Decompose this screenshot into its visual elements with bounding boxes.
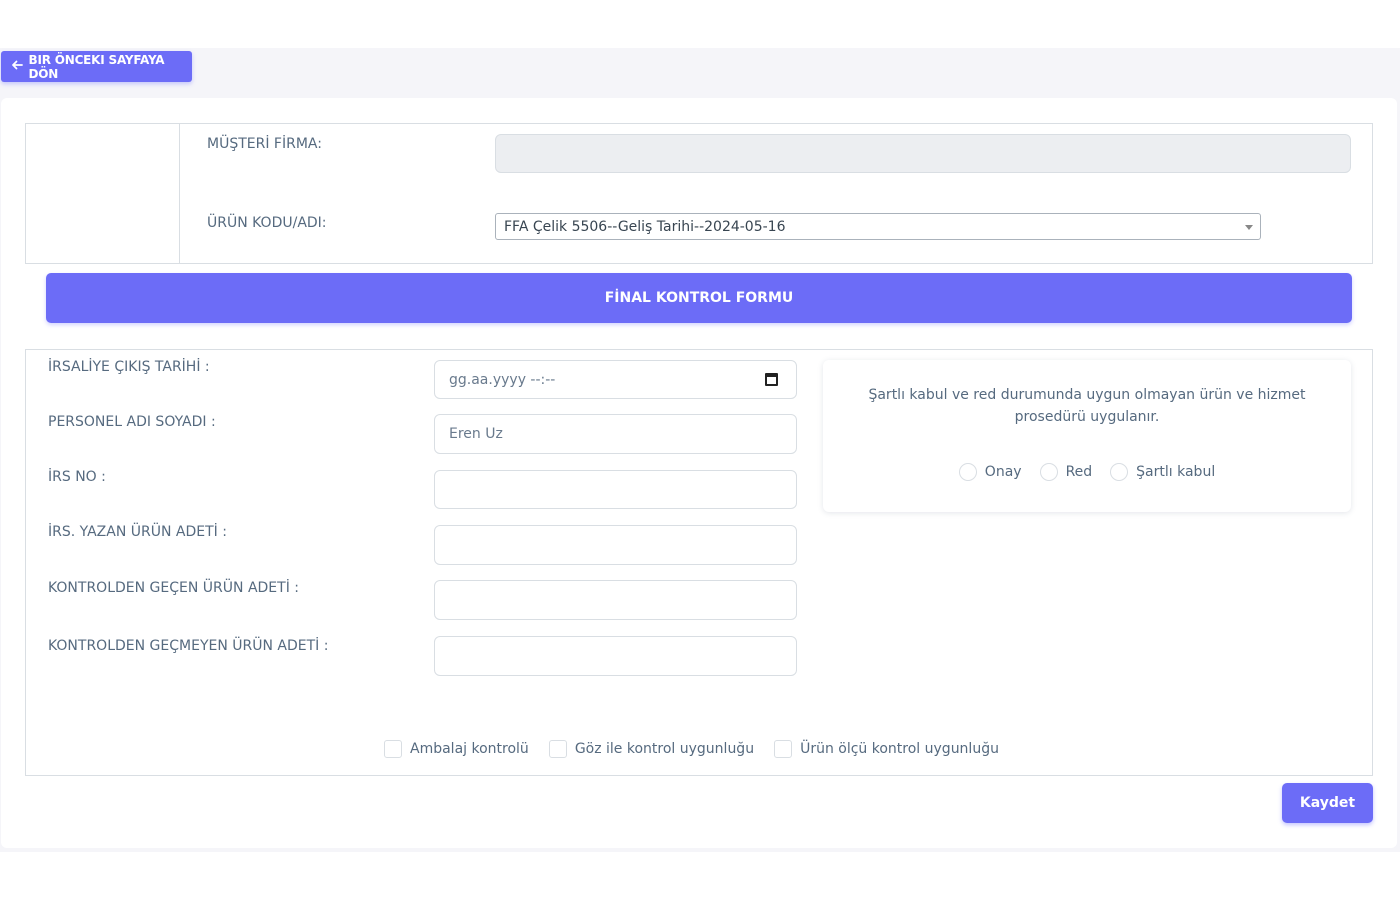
radio-approve[interactable]: Onay bbox=[958, 463, 1022, 481]
irs-quantity-input[interactable] bbox=[434, 525, 797, 565]
radio-reject[interactable]: Red bbox=[1039, 463, 1093, 481]
checkbox-visual-label: Göz ile kontrol uygunluğu bbox=[574, 741, 755, 757]
checkbox-packaging-label: Ambalaj kontrolü bbox=[410, 741, 529, 757]
waybill-date-input[interactable]: gg.aa.yyyy --:-- bbox=[434, 360, 797, 399]
radio-reject-circle[interactable] bbox=[1039, 463, 1058, 481]
logo-cell bbox=[25, 123, 180, 264]
arrow-left-icon bbox=[11, 59, 25, 74]
field-label-waybill-date: İRSALİYE ÇIKIŞ TARİHİ : bbox=[48, 359, 210, 375]
radio-reject-label: Red bbox=[1065, 464, 1093, 480]
field-label-irs-no: İRS NO : bbox=[48, 469, 106, 485]
checkbox-dimension-box[interactable] bbox=[774, 740, 793, 758]
decision-note: Şartlı kabul ve red durumunda uygun olma… bbox=[868, 387, 1306, 425]
radio-approve-circle[interactable] bbox=[958, 463, 977, 481]
personnel-value: Eren Uz bbox=[449, 426, 503, 442]
customer-label: MÜŞTERİ FİRMA: bbox=[207, 136, 322, 152]
form-title: FİNAL KONTROL FORMU bbox=[604, 290, 794, 306]
failed-quantity-input[interactable] bbox=[434, 636, 797, 676]
customer-field[interactable] bbox=[495, 134, 1351, 173]
radio-conditional-circle[interactable] bbox=[1110, 463, 1129, 481]
save-button[interactable]: Kaydet bbox=[1282, 783, 1373, 823]
checkbox-packaging[interactable]: Ambalaj kontrolü bbox=[384, 740, 529, 758]
checkbox-visual[interactable]: Göz ile kontrol uygunluğu bbox=[548, 740, 755, 758]
field-label-passed-quantity: KONTROLDEN GEÇEN ÜRÜN ADETİ : bbox=[48, 580, 299, 596]
product-select-value: FFA Çelik 5506--Geliş Tarihi--2024-05-16 bbox=[504, 218, 786, 235]
radio-approve-label: Onay bbox=[984, 464, 1022, 480]
irs-no-input[interactable] bbox=[434, 470, 797, 509]
radio-conditional-label: Şartlı kabul bbox=[1136, 464, 1216, 480]
checkbox-dimension[interactable]: Ürün ölçü kontrol uygunluğu bbox=[774, 740, 999, 758]
product-select[interactable]: FFA Çelik 5506--Geliş Tarihi--2024-05-16 bbox=[495, 213, 1261, 240]
field-label-personnel: PERSONEL ADI SOYADI : bbox=[48, 414, 216, 430]
check-group: Ambalaj kontrolü Göz ile kontrol uygunlu… bbox=[384, 740, 999, 758]
field-label-irs-quantity: İRS. YAZAN ÜRÜN ADETİ : bbox=[48, 524, 227, 540]
caret-down-icon bbox=[1245, 225, 1253, 230]
checkbox-dimension-label: Ürün ölçü kontrol uygunluğu bbox=[800, 741, 999, 757]
checkbox-packaging-box[interactable] bbox=[384, 740, 402, 758]
radio-conditional[interactable]: Şartlı kabul bbox=[1110, 463, 1215, 481]
checkbox-visual-box[interactable] bbox=[548, 740, 567, 758]
field-label-failed-quantity: KONTROLDEN GEÇMEYEN ÜRÜN ADETİ : bbox=[48, 638, 329, 654]
decision-radio-group: Onay Red Şartlı kabul bbox=[823, 463, 1351, 481]
passed-quantity-input[interactable] bbox=[434, 580, 797, 620]
back-button[interactable]: BIR ÖNCEKI SAYFAYA DÖN bbox=[1, 51, 192, 82]
form-title-banner: FİNAL KONTROL FORMU bbox=[46, 273, 1352, 323]
waybill-date-value: gg.aa.yyyy --:-- bbox=[449, 371, 556, 388]
product-label: ÜRÜN KODU/ADI: bbox=[207, 215, 327, 231]
personnel-input[interactable]: Eren Uz bbox=[434, 414, 797, 454]
back-button-label: BIR ÖNCEKI SAYFAYA DÖN bbox=[28, 52, 165, 81]
calendar-icon[interactable] bbox=[765, 373, 778, 386]
decision-card: Şartlı kabul ve red durumunda uygun olma… bbox=[823, 360, 1351, 512]
